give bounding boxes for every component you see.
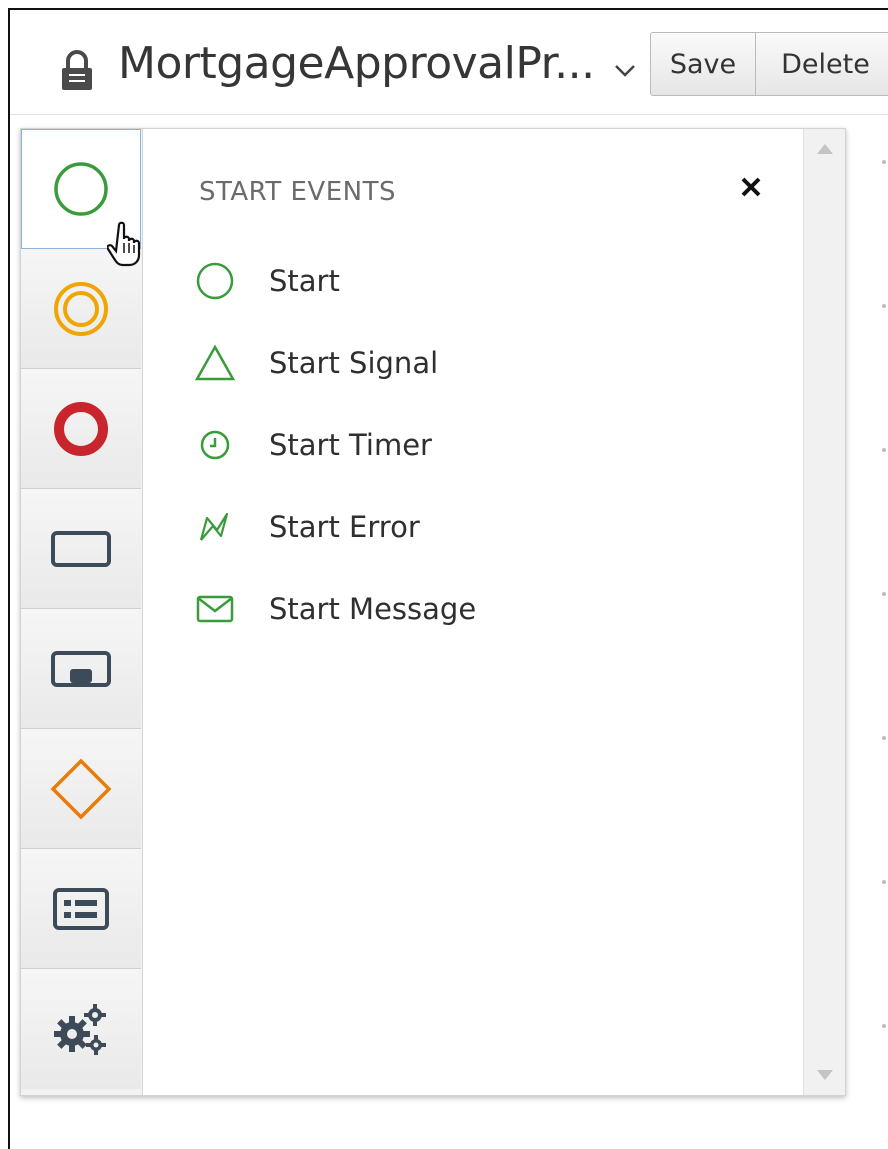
shape-palette: START EVENTS Start Start Signal Start Ti… <box>20 128 846 1096</box>
activities-tool[interactable] <box>21 489 141 609</box>
flyout-item-label: Start Message <box>269 592 477 626</box>
flyout-item-label: Start Error <box>269 510 420 544</box>
save-button[interactable]: Save <box>650 32 756 96</box>
delete-button[interactable]: Delete <box>755 32 888 96</box>
chevron-down-icon[interactable] <box>614 64 636 78</box>
triangle-icon <box>193 341 237 385</box>
envelope-icon <box>193 587 237 631</box>
canvas-grid-dot <box>882 880 886 884</box>
canvas-grid-dot <box>882 160 886 164</box>
lightning-icon <box>193 505 237 549</box>
process-title[interactable]: MortgageApprovalPr... <box>118 38 595 89</box>
flyout-item-start-timer[interactable]: Start Timer <box>193 415 693 475</box>
containers-tool[interactable] <box>21 849 141 969</box>
flyout-item-label: Start <box>269 264 340 298</box>
editor-header: MortgageApprovalPr... Save Delete <box>10 10 888 115</box>
scroll-up-arrow-icon[interactable] <box>816 143 834 155</box>
scroll-down-arrow-icon[interactable] <box>816 1069 834 1081</box>
circle-icon <box>193 259 237 303</box>
end-events-tool[interactable] <box>21 369 141 489</box>
palette-toolbar <box>21 129 143 1095</box>
flyout-item-label: Start Signal <box>269 346 439 380</box>
flyout-item-start-error[interactable]: Start Error <box>193 497 693 557</box>
lock-icon <box>62 50 92 90</box>
clock-icon <box>193 423 237 467</box>
lane-icon <box>53 887 109 930</box>
gateways-tool[interactable] <box>21 729 141 849</box>
canvas-grid-dot <box>882 448 886 452</box>
subprocesses-tool[interactable] <box>21 609 141 729</box>
canvas-grid-dot <box>882 592 886 596</box>
service-tasks-tool[interactable] <box>21 969 141 1089</box>
flyout-item-start-signal[interactable]: Start Signal <box>193 333 693 393</box>
editor-frame: MortgageApprovalPr... Save Delete START … <box>8 8 888 1149</box>
flyout-item-start-message[interactable]: Start Message <box>193 579 693 639</box>
flyout-scrollbar[interactable] <box>803 129 845 1095</box>
rectangle-icon <box>51 530 111 567</box>
hand-cursor-icon <box>107 221 141 267</box>
close-icon[interactable] <box>737 173 765 201</box>
canvas-grid-dot <box>882 304 886 308</box>
diamond-icon <box>50 758 112 819</box>
flyout-title: START EVENTS <box>199 177 396 207</box>
double-circle-icon <box>54 281 108 336</box>
flyout-item-start[interactable]: Start <box>193 251 693 311</box>
circle-icon <box>54 162 108 216</box>
flyout-item-label: Start Timer <box>269 428 432 462</box>
gears-icon <box>54 1004 106 1055</box>
canvas-grid-dot <box>882 1024 886 1028</box>
canvas-grid-dot <box>882 736 886 740</box>
thick-circle-icon <box>54 401 108 456</box>
start-events-flyout: START EVENTS Start Start Signal Start Ti… <box>143 129 803 1095</box>
subprocess-icon <box>51 650 111 687</box>
